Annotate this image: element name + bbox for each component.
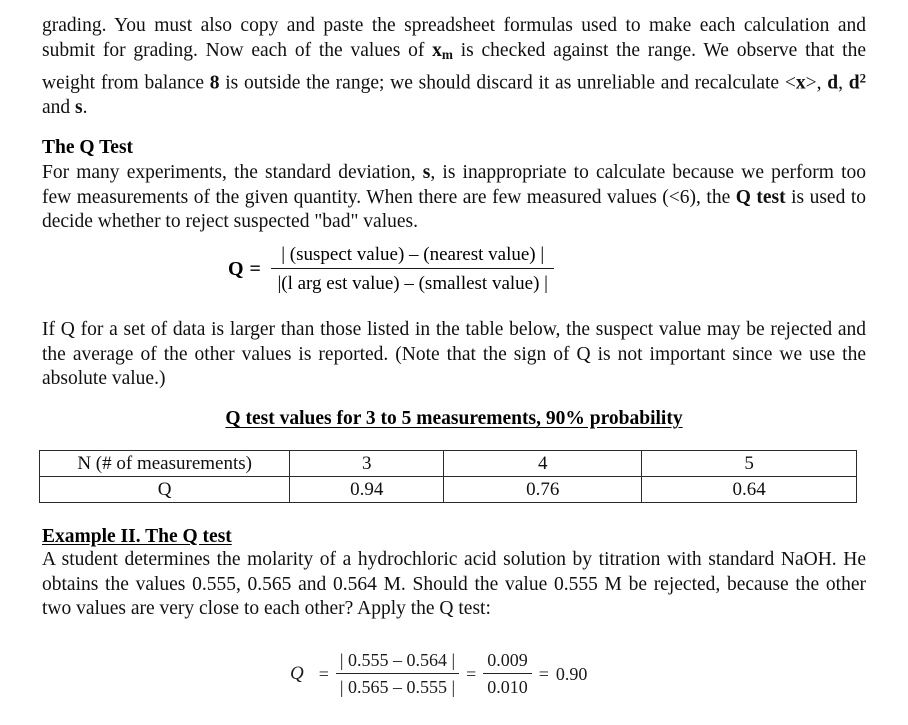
worked-formula-denominator-2: 0.010: [487, 677, 528, 697]
table-row: Q 0.94 0.76 0.64: [38, 476, 857, 503]
q-values-table: N (# of measurements) 3 4 5 Q 0.94 0.76 …: [38, 450, 857, 503]
formula-q-lhs: Q =: [228, 258, 262, 280]
paragraph-grading: grading. You must also copy and paste th…: [42, 14, 866, 120]
balance-number: 8: [209, 72, 220, 94]
table-cell-q-5: 0.64: [641, 476, 857, 503]
paragraph-if-q: If Q for a set of data is larger than th…: [42, 319, 866, 389]
worked-formula-result: 0.90: [555, 663, 588, 684]
worked-formula-equals-3: =: [538, 663, 549, 684]
document-page: grading. You must also copy and paste th…: [0, 0, 908, 725]
term-q-test: Q test: [735, 186, 786, 208]
symbol-d-squared: d: [848, 72, 860, 94]
paragraph-line-4c: ,: [838, 72, 849, 94]
table-cell-q-3: 0.94: [289, 476, 445, 503]
symbol-x-subscript: m: [441, 46, 453, 62]
symbol-d-exponent: 2: [859, 71, 866, 86]
worked-formula-numerator-1: | 0.555 – 0.564 |: [335, 650, 460, 674]
paragraph-example-ii: A student determines the molarity of a h…: [42, 549, 866, 619]
formula-q-numerator: | (suspect value) – (nearest value) |: [271, 244, 554, 269]
section-heading-q-test: The Q Test: [42, 137, 134, 158]
symbol-s: s: [75, 96, 83, 118]
table-cell-n-3: 3: [289, 450, 445, 477]
paragraph-line-4e: .: [82, 96, 88, 118]
worked-formula-equals-1: =: [318, 663, 329, 684]
symbol-d: d: [827, 72, 839, 94]
q-test-text-part-1: For many experiments, the standard devia…: [42, 162, 423, 183]
table-cell-n-5: 5: [641, 450, 857, 477]
table-caption: Q test values for 3 to 5 measurements, 9…: [225, 408, 683, 429]
formula-worked-example: Q = | 0.555 – 0.564 | | 0.565 – 0.555 | …: [290, 650, 587, 698]
worked-formula-equals-2: =: [466, 663, 477, 684]
formula-q-fraction: | (suspect value) – (nearest value) | |(…: [271, 244, 554, 295]
worked-formula-denominator-1: | 0.565 – 0.555 |: [339, 677, 456, 697]
paragraph-line-3b: is outside the range; we should discard …: [219, 72, 689, 94]
paragraph-line-4a: recalculate <: [694, 72, 796, 94]
table-cell-n-4: 4: [443, 450, 643, 477]
table-row: N (# of measurements) 3 4 5: [38, 450, 857, 477]
formula-q-denominator: |(l arg est value) – (smallest value) |: [277, 273, 548, 294]
formula-q-definition: Q = | (suspect value) – (nearest value) …: [228, 244, 554, 295]
worked-formula-numerator-2: 0.009: [483, 650, 532, 674]
paragraph-line-1: grading. You must also copy and paste th…: [42, 15, 830, 36]
paragraph-line-4d: and: [42, 96, 76, 118]
table-cell-q-4: 0.76: [443, 476, 643, 503]
paragraph-q-test-intro: For many experiments, the standard devia…: [42, 161, 866, 235]
paragraph-line-4b: >,: [805, 72, 828, 94]
worked-formula-fraction-2: 0.009 0.010: [483, 650, 532, 698]
table-row-header-q: Q: [38, 476, 291, 503]
section-heading-example-ii: Example II. The Q test: [42, 526, 232, 547]
worked-formula-lhs: Q: [290, 663, 304, 684]
table-row-header-n: N (# of measurements): [38, 450, 291, 477]
symbol-mean-x: x: [795, 72, 806, 94]
paragraph-line-2b: is checked against the range. We observe: [452, 39, 798, 61]
symbol-x-m: x: [432, 39, 442, 61]
worked-formula-fraction-1: | 0.555 – 0.564 | | 0.565 – 0.555 |: [335, 650, 460, 698]
